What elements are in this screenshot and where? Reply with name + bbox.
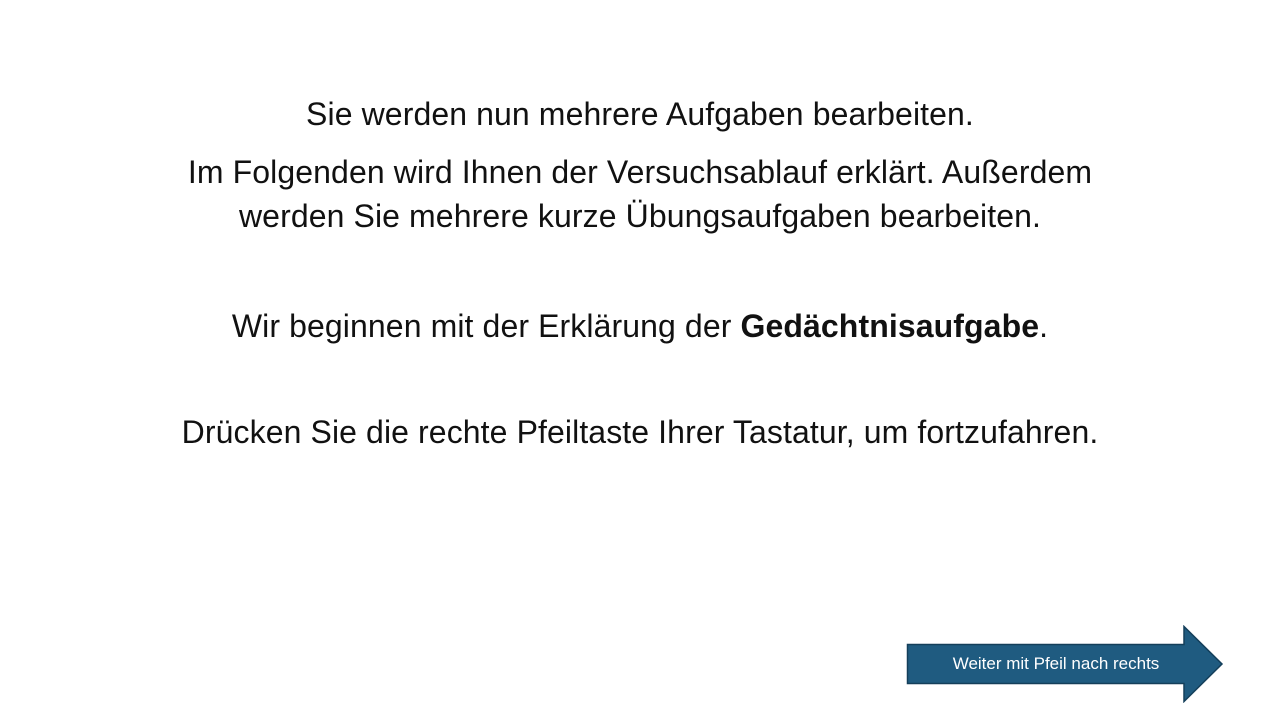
continue-instruction: Drücken Sie die rechte Pfeiltaste Ihrer … [181,414,1099,450]
instruction-slide: Sie werden nun mehrere Aufgaben bearbeit… [0,0,1280,720]
task-announcement-suffix: . [1039,308,1049,344]
intro-text: Sie werden nun mehrere Aufgaben bearbeit… [306,96,974,132]
procedure-text-line-1: Im Folgenden wird Ihnen der Versuchsabla… [187,154,1093,190]
procedure-text-line-2: werden Sie mehrere kurze Übungsaufgaben … [238,198,1042,234]
task-name: Gedächtnisaufgabe [740,308,1040,344]
next-arrow-button[interactable]: Weiter mit Pfeil nach rechts [906,625,1224,703]
task-announcement-prefix: Wir beginnen mit der Erklärung der [231,308,741,344]
task-announcement: Wir beginnen mit der Erklärung der Gedäc… [0,304,1280,348]
next-button-label: Weiter mit Pfeil nach rechts [952,654,1160,673]
